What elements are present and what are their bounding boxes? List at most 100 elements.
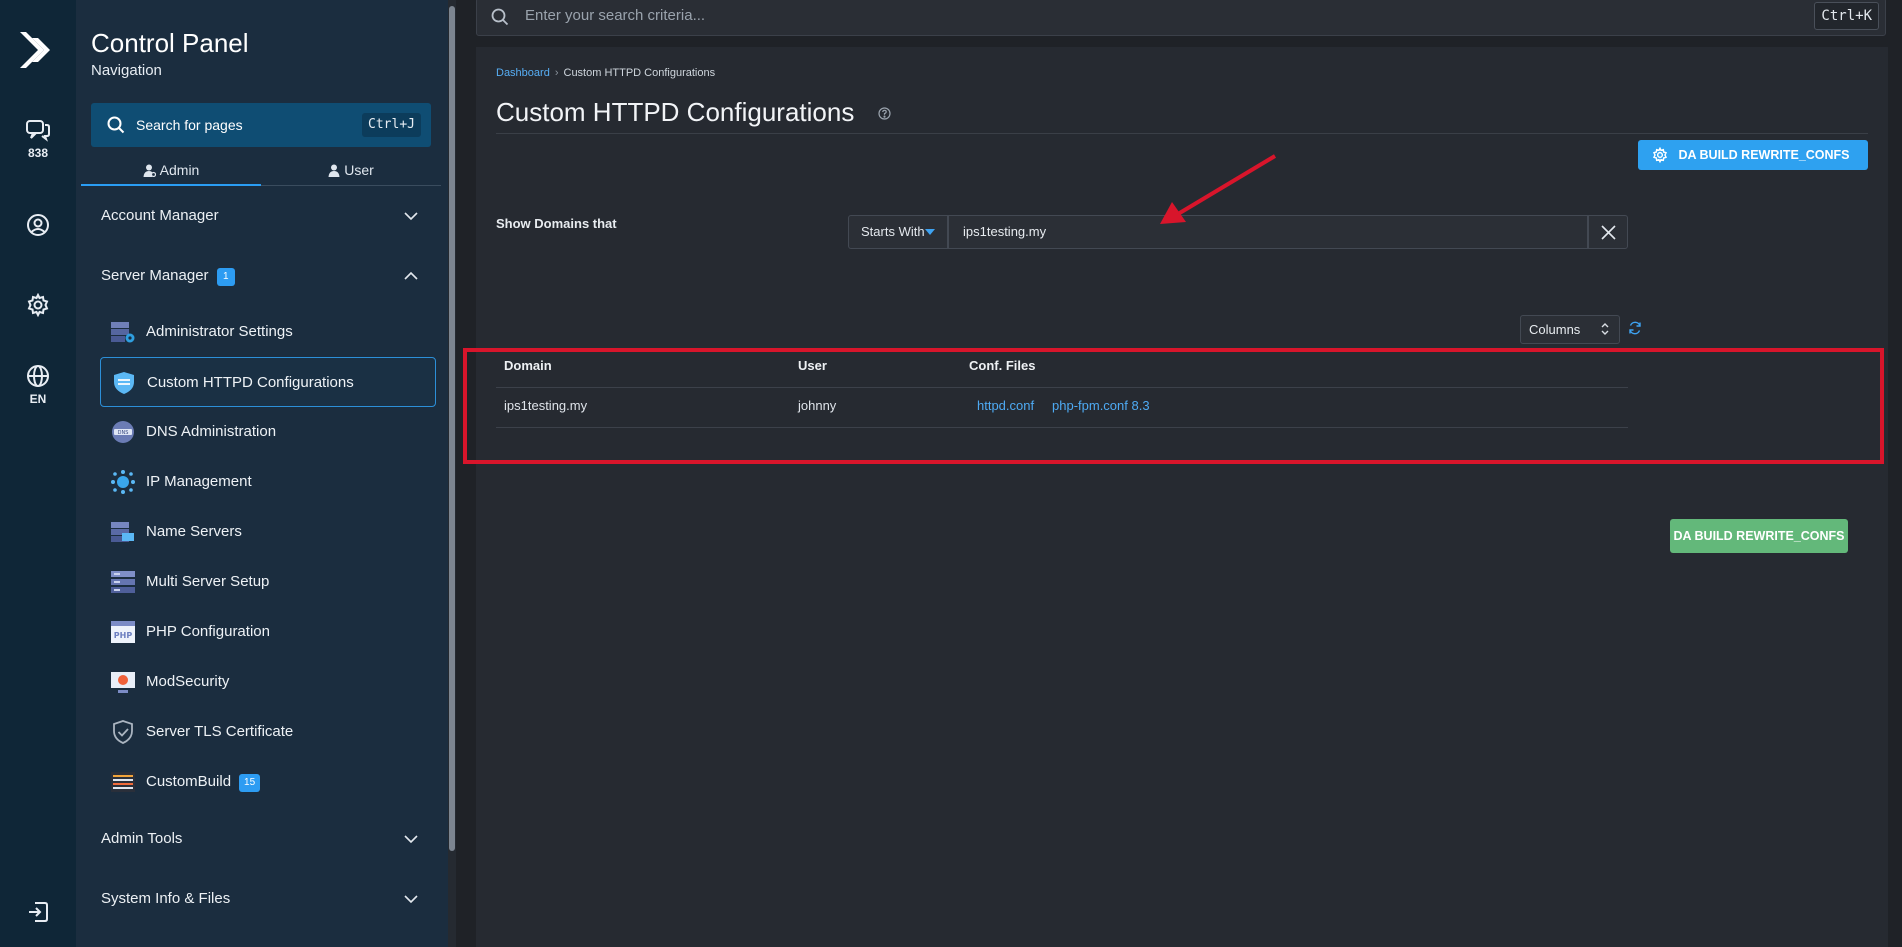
columns-select[interactable]: Columns — [1520, 315, 1620, 344]
language-rail-button[interactable]: EN — [0, 364, 76, 406]
nav-item-multi-server-setup[interactable]: Multi Server Setup — [100, 557, 436, 607]
columns-select-label: Columns — [1529, 322, 1581, 337]
logout-rail-button[interactable] — [0, 900, 76, 924]
sidebar-scrollbar[interactable] — [448, 0, 456, 947]
nav-title: Control Panel — [91, 28, 249, 58]
close-icon — [1601, 225, 1616, 240]
section-admin-tools[interactable]: Admin Tools — [101, 825, 426, 853]
gear-icon — [27, 293, 49, 317]
page-search-label: Search for pages — [136, 117, 243, 133]
settings-rail-button[interactable] — [0, 293, 76, 317]
global-search-input[interactable] — [525, 7, 1725, 24]
da-build-button-label: DA BUILD REWRITE_CONFS — [1678, 148, 1850, 162]
tab-user[interactable]: User — [261, 158, 441, 186]
breadcrumb: Dashboard › Custom HTTPD Configurations — [496, 67, 715, 79]
admin-settings-icon — [111, 322, 135, 343]
nav-item-label: PHP Configuration — [146, 623, 270, 640]
filter-mode-select[interactable]: Starts With — [848, 215, 948, 249]
nav-item-ip-management[interactable]: IP Management — [100, 457, 436, 507]
chevron-up-icon — [404, 271, 418, 280]
directadmin-logo-icon[interactable] — [16, 28, 56, 72]
messages-rail-button[interactable]: 838 — [0, 118, 76, 160]
chevron-down-icon — [404, 895, 418, 904]
modsecurity-icon — [111, 672, 135, 693]
section-server-manager-label: Server Manager — [101, 267, 209, 284]
caret-down-icon — [925, 229, 935, 235]
nav-item-dns-administration[interactable]: DNS DNS Administration — [100, 407, 436, 457]
sort-updown-icon — [1601, 323, 1609, 335]
table-row: ips1testing.my johnny httpd.conf php-fpm… — [496, 388, 1628, 428]
breadcrumb-current: Custom HTTPD Configurations — [563, 67, 716, 79]
dns-icon: DNS — [112, 421, 134, 443]
profile-rail-button[interactable] — [0, 213, 76, 237]
refresh-icon[interactable] — [1628, 321, 1642, 335]
main-area: Ctrl+K Dashboard › Custom HTTPD Configurat… — [456, 0, 1902, 947]
section-server-manager[interactable]: Server Manager 1 — [101, 262, 426, 290]
php-fpm-conf-link[interactable]: php-fpm.conf 8.3 — [1052, 388, 1150, 424]
nav-item-label: Server TLS Certificate — [146, 723, 294, 740]
section-system-info-files[interactable]: System Info & Files — [101, 885, 426, 913]
nav-item-label: DNS Administration — [146, 423, 277, 440]
global-search-bar: Ctrl+K — [476, 0, 1886, 36]
nav-item-label: ModSecurity — [146, 673, 230, 690]
breadcrumb-dashboard-link[interactable]: Dashboard — [496, 67, 550, 79]
chat-icon — [26, 120, 50, 142]
help-icon[interactable] — [878, 107, 891, 120]
clear-filter-button[interactable] — [1588, 215, 1628, 249]
icon-rail: 838 EN — [0, 0, 76, 947]
navigation-sidebar: Control Panel Navigation Search for page… — [76, 0, 448, 947]
nav-item-custom-httpd-configurations[interactable]: Custom HTTPD Configurations — [100, 357, 436, 407]
title-divider — [496, 133, 1868, 134]
page-title: Custom HTTPD Configurations — [496, 97, 855, 127]
domains-table: Domain User Conf. Files ips1testing.my j… — [496, 344, 1628, 428]
table-header: Domain User Conf. Files — [496, 344, 1628, 388]
filter-mode-value: Starts With — [861, 224, 925, 239]
messages-count: 838 — [27, 146, 49, 160]
column-header-user[interactable]: User — [798, 344, 827, 388]
global-search-shortcut: Ctrl+K — [1814, 2, 1879, 30]
domain-filter-input[interactable]: ips1testing.my — [948, 215, 1588, 249]
tab-admin[interactable]: Admin — [81, 158, 261, 186]
section-account-manager[interactable]: Account Manager — [101, 202, 426, 230]
nav-item-administrator-settings[interactable]: Administrator Settings — [100, 307, 436, 357]
nav-item-name-servers[interactable]: Name Servers — [100, 507, 436, 557]
breadcrumb-separator: › — [554, 67, 559, 79]
custombuild-icon — [111, 772, 135, 792]
nav-subtitle: Navigation — [91, 62, 162, 79]
da-build-rewrite-confs-button[interactable]: DA BUILD REWRITE_CONFS — [1638, 140, 1868, 170]
search-icon — [491, 8, 509, 26]
column-header-conf-files[interactable]: Conf. Files — [969, 344, 1035, 388]
nav-role-tabs: Admin User — [81, 158, 441, 186]
search-icon — [107, 116, 125, 134]
nav-item-server-tls-certificate[interactable]: Server TLS Certificate — [100, 707, 436, 757]
language-label: EN — [29, 392, 47, 406]
httpd-conf-link[interactable]: httpd.conf — [977, 388, 1034, 424]
da-build-rewrite-confs-bottom-button[interactable]: DA BUILD REWRITE_CONFS — [1670, 519, 1848, 553]
admin-user-icon — [143, 164, 156, 178]
tab-admin-label: Admin — [159, 162, 200, 178]
sidebar-scrollbar-thumb[interactable] — [449, 6, 455, 851]
nav-item-custombuild[interactable]: CustomBuild 15 — [100, 757, 436, 807]
chevron-down-icon — [404, 212, 418, 221]
shield-config-icon — [114, 372, 134, 394]
ip-network-icon — [111, 470, 135, 494]
chevron-down-icon — [404, 835, 418, 844]
php-icon: PHP — [111, 621, 135, 643]
nav-item-php-configuration[interactable]: PHP PHP Configuration — [100, 607, 436, 657]
cell-user: johnny — [798, 398, 837, 413]
custombuild-label: CustomBuild — [146, 773, 232, 790]
page-search-button[interactable]: Search for pages Ctrl+J — [91, 103, 431, 147]
nav-item-label: CustomBuild 15 — [146, 773, 261, 792]
user-icon — [328, 164, 340, 177]
nav-item-label: Multi Server Setup — [146, 573, 270, 590]
gear-icon — [1652, 147, 1668, 163]
name-servers-icon — [111, 522, 134, 542]
tab-user-label: User — [344, 162, 374, 178]
filter-label: Show Domains that — [496, 216, 617, 231]
column-header-domain[interactable]: Domain — [504, 344, 552, 388]
nav-item-modsecurity[interactable]: ModSecurity — [100, 657, 436, 707]
nav-item-label: Administrator Settings — [146, 323, 293, 340]
content-panel: Dashboard › Custom HTTPD Configurations Cu… — [476, 47, 1888, 947]
user-circle-icon — [27, 214, 49, 236]
cell-domain: ips1testing.my — [504, 398, 588, 413]
